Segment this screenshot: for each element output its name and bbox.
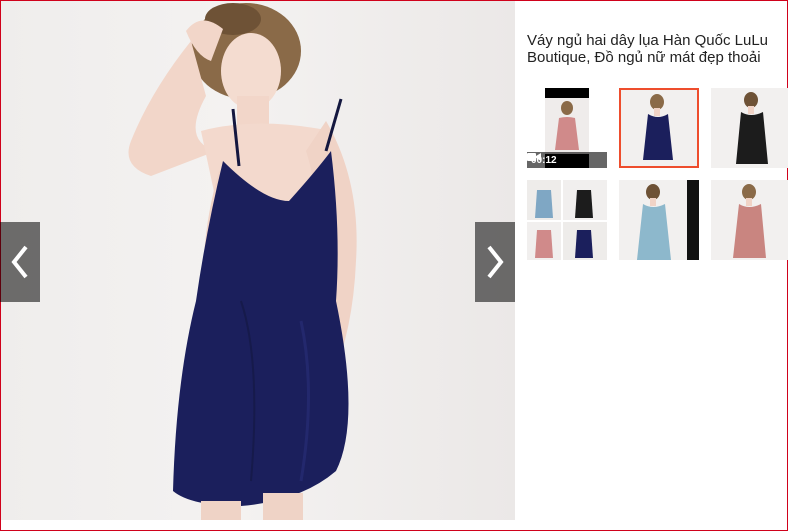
thumbnail-navy-dress[interactable] (619, 88, 699, 168)
video-camera-icon (527, 153, 541, 161)
thumbnail-blue-image (619, 180, 699, 260)
chevron-right-icon (487, 245, 504, 279)
thumbnail-collage[interactable] (527, 180, 607, 260)
product-title-line2: Boutique, Đồ ngủ nữ mát đẹp thoải (527, 49, 761, 66)
main-product-image[interactable] (1, 1, 515, 520)
thumbnail-black-image (711, 88, 788, 168)
next-image-button[interactable] (475, 222, 515, 302)
thumbnail-pink-image (711, 180, 788, 260)
product-title-line1: Váy ngủ hai dây lụa Hàn Quốc LuLu (527, 32, 769, 49)
thumbnail-black-dress[interactable] (711, 88, 788, 168)
thumbnail-navy-image (621, 90, 697, 166)
thumbnail-video[interactable]: 00:12 (527, 88, 607, 168)
thumbnail-blue-dress[interactable] (619, 180, 699, 260)
chevron-left-icon (11, 245, 28, 279)
thumbnail-collage-image (527, 180, 607, 260)
thumbnail-pink-dress[interactable] (711, 180, 788, 260)
video-duration-bar: 00:12 (527, 152, 607, 168)
model-illustration (128, 3, 357, 520)
prev-image-button[interactable] (0, 222, 40, 302)
product-title: Váy ngủ hai dây lụa Hàn Quốc LuLu Boutiq… (527, 32, 788, 66)
